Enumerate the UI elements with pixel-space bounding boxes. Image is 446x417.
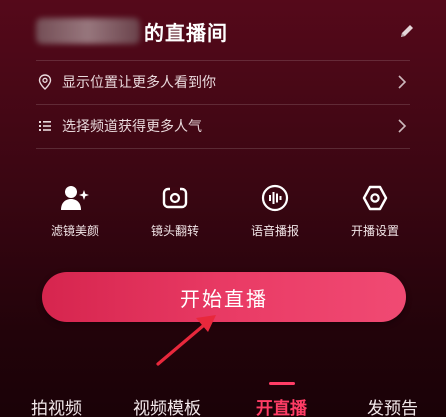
divider: [36, 148, 410, 149]
blurred-username: [36, 18, 140, 44]
tool-voice-broadcast[interactable]: 语音播报: [230, 182, 320, 242]
location-pin-icon: [36, 73, 54, 91]
tool-camera-flip[interactable]: 镜头翻转: [130, 182, 220, 242]
camera-flip-icon: [159, 182, 191, 214]
room-title-suffix: 的直播间: [144, 20, 228, 45]
tab-shoot-video[interactable]: 拍视频: [31, 394, 82, 417]
divider: [36, 60, 410, 61]
person-sparkle-icon: [59, 182, 91, 214]
tool-label: 滤镜美颜: [50, 224, 99, 238]
hexagon-settings-icon: [359, 182, 391, 214]
start-live-button[interactable]: 开始直播: [42, 272, 406, 322]
tab-video-template[interactable]: 视频模板: [133, 394, 201, 417]
tool-label: 镜头翻转: [150, 224, 199, 238]
location-setting-row[interactable]: 显示位置让更多人看到你: [36, 62, 410, 102]
tool-label: 开播设置: [350, 224, 399, 238]
bottom-tab-bar: 拍视频 视频模板 开直播 发预告: [0, 382, 446, 417]
tool-beauty-filter[interactable]: 滤镜美颜: [30, 182, 120, 242]
edit-pencil-icon[interactable]: [398, 22, 416, 40]
channel-setting-label: 选择频道获得更多人气: [62, 119, 202, 135]
tool-live-settings[interactable]: 开播设置: [330, 182, 420, 242]
tool-bar: 滤镜美颜 镜头翻转 语音播报 开播设置: [30, 182, 420, 242]
voice-wave-icon: [259, 182, 291, 214]
active-tab-indicator: [269, 382, 295, 385]
channel-setting-row[interactable]: 选择频道获得更多人气: [36, 106, 410, 146]
room-title: 的直播间: [36, 14, 416, 48]
annotation-arrow-icon: [156, 315, 216, 366]
location-setting-label: 显示位置让更多人看到你: [62, 75, 216, 91]
divider: [36, 104, 410, 105]
tab-go-live[interactable]: 开直播: [256, 394, 307, 417]
tab-post-preview[interactable]: 发预告: [367, 394, 418, 417]
tool-label: 语音播报: [250, 224, 299, 238]
chevron-right-icon: [398, 119, 407, 133]
list-icon: [36, 117, 54, 135]
chevron-right-icon: [398, 75, 407, 89]
